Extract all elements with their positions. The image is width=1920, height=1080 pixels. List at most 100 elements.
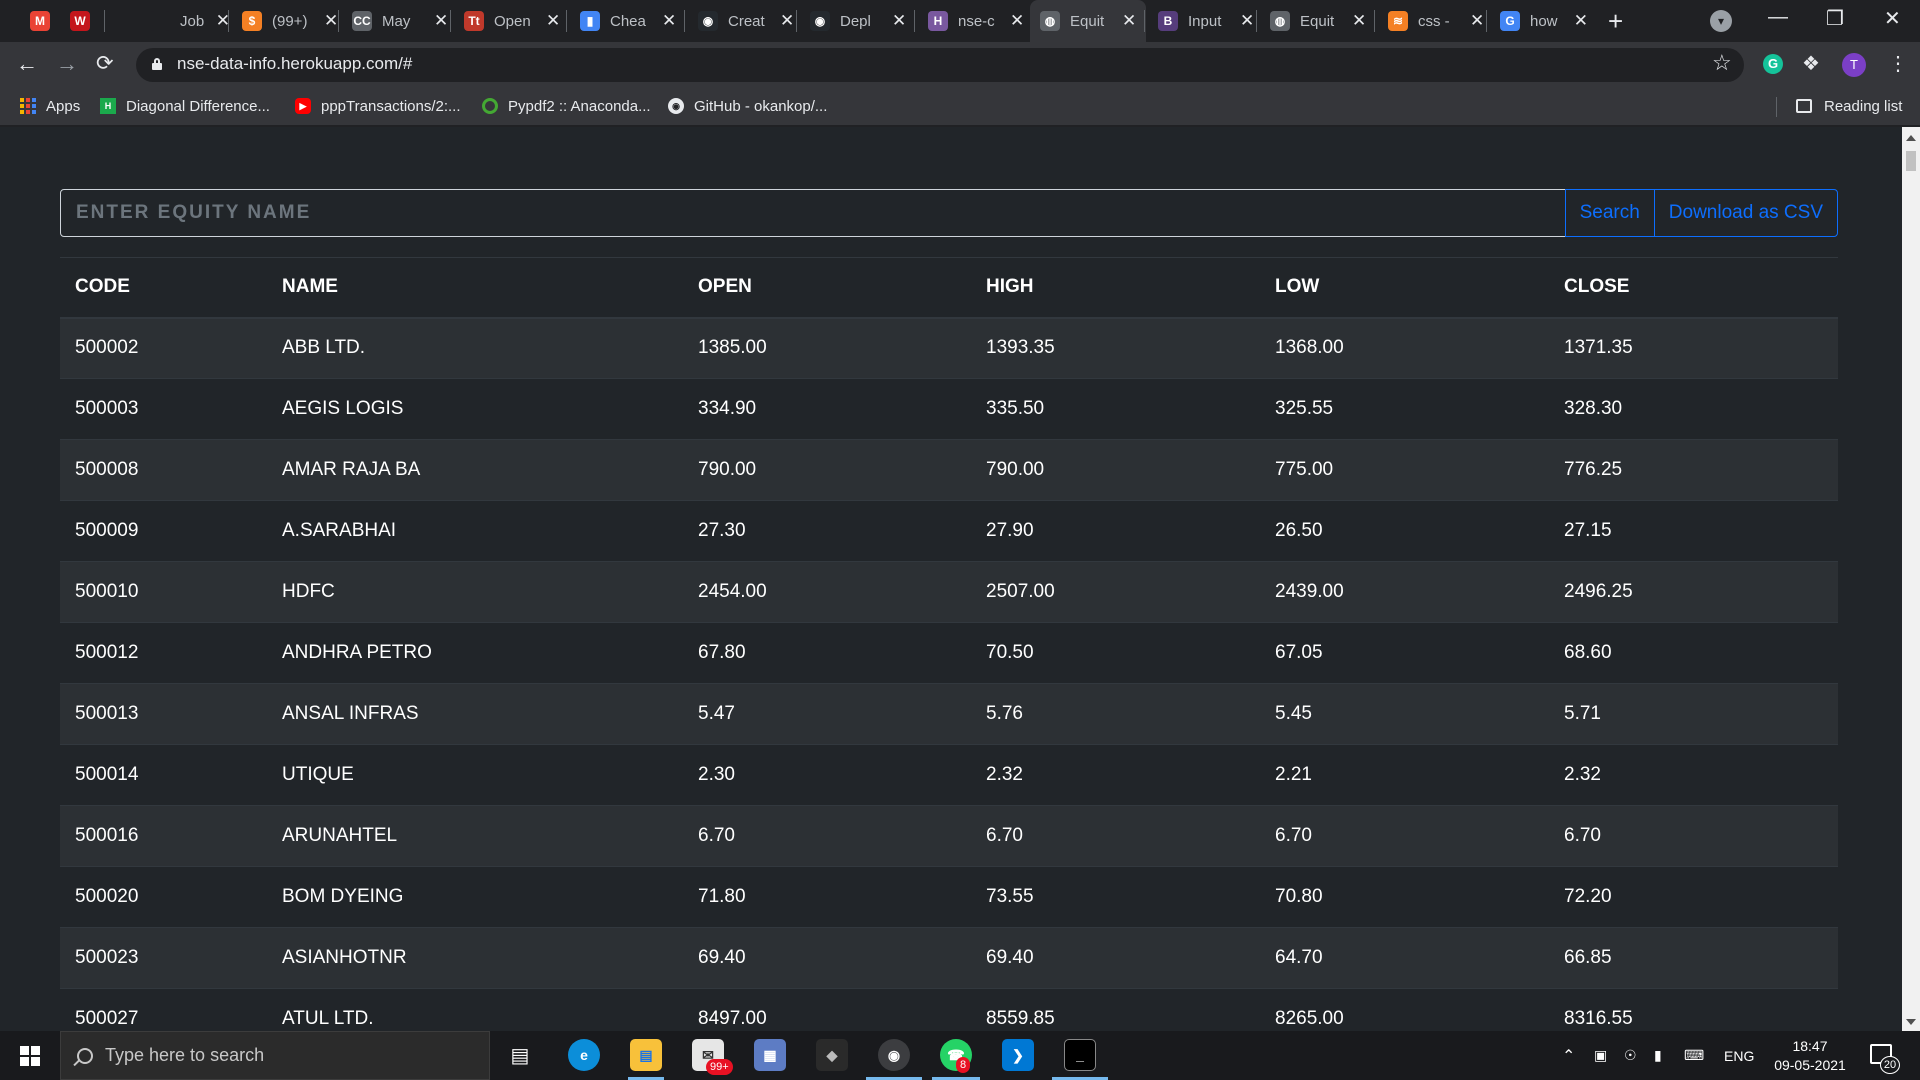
language-indicator[interactable]: ENG (1724, 1031, 1754, 1080)
bookmark-diagonal-difference[interactable]: H Diagonal Difference... (100, 88, 270, 124)
menu-kebab-icon[interactable]: ⋮ (1888, 51, 1908, 76)
tab-separator (104, 10, 105, 32)
table-cell-code: 500016 (60, 805, 267, 867)
browser-tab[interactable]: ≋ css - ✕ (1378, 0, 1488, 42)
browser-tab[interactable]: B Input ✕ (1148, 0, 1258, 42)
table-cell-low: 2439.00 (1260, 561, 1549, 623)
vscode-icon[interactable]: ❯ (1002, 1039, 1034, 1071)
browser-tab[interactable]: W (62, 0, 100, 42)
lock-icon[interactable] (152, 58, 162, 70)
browser-tab[interactable]: M (22, 0, 60, 42)
download-csv-button[interactable]: Download as CSV (1653, 189, 1838, 237)
battery-icon[interactable]: ▮ (1654, 1031, 1662, 1080)
page-scrollbar[interactable] (1902, 127, 1920, 1031)
edge-browser-icon[interactable]: e (568, 1039, 600, 1071)
terminal-icon[interactable]: _ (1064, 1039, 1096, 1071)
clock-date: 09-05-2021 (1774, 1057, 1846, 1073)
tab-close-icon[interactable]: ✕ (1470, 11, 1484, 31)
table-cell-name: ABB LTD. (267, 317, 683, 379)
tab-favicon-icon: ◍ (1270, 11, 1290, 31)
table-cell-open: 5.47 (683, 683, 971, 745)
close-window-icon[interactable]: ✕ (1884, 6, 1901, 31)
scrollbar-thumb[interactable] (1906, 151, 1916, 171)
keyboard-icon[interactable]: ⌨ (1684, 1031, 1704, 1080)
tab-title: Depl (840, 12, 871, 30)
tab-search-chevron-icon[interactable]: ▾ (1710, 10, 1732, 32)
table-cell-close: 66.85 (1549, 927, 1838, 989)
equity-search-input[interactable] (60, 189, 1566, 237)
microsoft-store-icon[interactable]: ▦ (754, 1039, 786, 1071)
table-row: 500008 AMAR RAJA BA 790.00 790.00 775.00 776.… (60, 439, 1838, 501)
tab-close-icon[interactable]: ✕ (662, 11, 676, 31)
tab-close-icon[interactable]: ✕ (1240, 11, 1254, 31)
table-cell-code: 500023 (60, 927, 267, 989)
browser-tab[interactable]: CC May ✕ (342, 0, 452, 42)
tab-separator (1256, 10, 1257, 32)
bookmark-apps[interactable]: Apps (20, 88, 80, 124)
acer-app-icon[interactable]: ◆ (816, 1039, 848, 1071)
new-tab-plus-icon[interactable]: + (1608, 6, 1623, 37)
table-cell-low: 70.80 (1260, 866, 1549, 928)
table-cell-open: 2.30 (683, 744, 971, 806)
browser-tab[interactable]: Tt Open ✕ (454, 0, 568, 42)
bookmark-github[interactable]: ◉ GitHub - okankop/... (668, 88, 827, 124)
back-arrow-icon[interactable]: ← (16, 52, 38, 76)
tab-close-icon[interactable]: ✕ (1122, 11, 1136, 31)
browser-tab[interactable]: ◉ Depl ✕ (800, 0, 916, 42)
search-button[interactable]: Search (1564, 189, 1655, 237)
restore-window-icon[interactable]: ❐ (1826, 6, 1844, 31)
chrome-icon[interactable]: ◉ (878, 1039, 910, 1071)
table-cell-open: 8497.00 (683, 988, 971, 1031)
tab-close-icon[interactable]: ✕ (780, 11, 794, 31)
tab-close-icon[interactable]: ✕ (1010, 11, 1024, 31)
task-view-icon[interactable]: ▤ (504, 1039, 536, 1071)
scroll-up-arrow-icon[interactable] (1906, 135, 1916, 141)
url-text[interactable]: nse-data-info.herokuapp.com/# (177, 54, 412, 74)
reading-list-icon (1796, 99, 1812, 113)
tray-overflow-chevron-icon[interactable]: ⌃ (1562, 1031, 1575, 1080)
tab-close-icon[interactable]: ✕ (1574, 11, 1588, 31)
tab-close-icon[interactable]: ✕ (434, 11, 448, 31)
tab-close-icon[interactable]: ✕ (324, 11, 338, 31)
browser-tab[interactable]: ◉ Creat ✕ (688, 0, 798, 42)
tab-favicon-icon: ≋ (1388, 11, 1408, 31)
table-cell-close: 1371.35 (1549, 317, 1838, 379)
wifi-icon[interactable]: ☉ (1624, 1031, 1637, 1080)
bookmark-label: pppTransactions/2:... (321, 97, 461, 115)
file-explorer-icon[interactable]: ▤ (630, 1039, 662, 1071)
bookmark-pypdf2[interactable]: Pypdf2 :: Anaconda... (482, 88, 651, 124)
reading-list-button[interactable]: Reading list (1796, 88, 1902, 124)
browser-tab[interactable]: Hnse-c ✕ (918, 0, 1028, 42)
table-cell-high: 335.50 (971, 378, 1260, 440)
forward-arrow-icon[interactable]: → (56, 52, 78, 76)
taskbar-clock[interactable]: 18:47 09-05-2021 (1768, 1037, 1852, 1075)
column-header-code: CODE (60, 257, 267, 319)
table-cell-code: 500020 (60, 866, 267, 928)
profile-avatar[interactable]: T (1842, 53, 1866, 77)
tab-close-icon[interactable]: ✕ (546, 11, 560, 31)
windows-start-icon[interactable] (20, 1046, 40, 1066)
table-cell-name: BOM DYEING (267, 866, 683, 928)
browser-tab[interactable]: $ (99+) ✕ (232, 0, 340, 42)
browser-tab[interactable]: Job A✕ (140, 0, 230, 42)
bookmark-star-icon[interactable]: ☆ (1712, 50, 1732, 76)
minimize-window-icon[interactable]: — (1768, 6, 1788, 29)
browser-tab[interactable]: ◍ Equit ✕ (1260, 0, 1376, 42)
scroll-down-arrow-icon[interactable] (1906, 1019, 1916, 1025)
tab-close-icon[interactable]: ✕ (1352, 11, 1366, 31)
grammarly-extension-icon[interactable]: G (1763, 54, 1783, 74)
table-cell-name: UTIQUE (267, 744, 683, 806)
meet-now-icon[interactable]: ▣ (1594, 1031, 1607, 1080)
table-cell-high: 5.76 (971, 683, 1260, 745)
reload-icon[interactable]: ⟳ (96, 52, 114, 76)
bookmark-ppp-transactions[interactable]: ▶ pppTransactions/2:... (295, 88, 461, 124)
browser-tab[interactable]: ◍ Equit ✕ (1030, 0, 1146, 42)
extensions-puzzle-icon[interactable]: ❖ (1802, 51, 1820, 76)
tab-close-icon[interactable]: ✕ (892, 11, 906, 31)
taskbar-search-box[interactable]: Type here to search (60, 1031, 490, 1080)
equity-search-bar: Search Download as CSV (60, 189, 1838, 237)
tab-title: how (1530, 12, 1558, 30)
browser-tab[interactable]: ▮ Chea ✕ (570, 0, 686, 42)
tab-favicon-icon: ◉ (810, 11, 830, 31)
browser-tab[interactable]: Ghow ✕ (1490, 0, 1588, 42)
